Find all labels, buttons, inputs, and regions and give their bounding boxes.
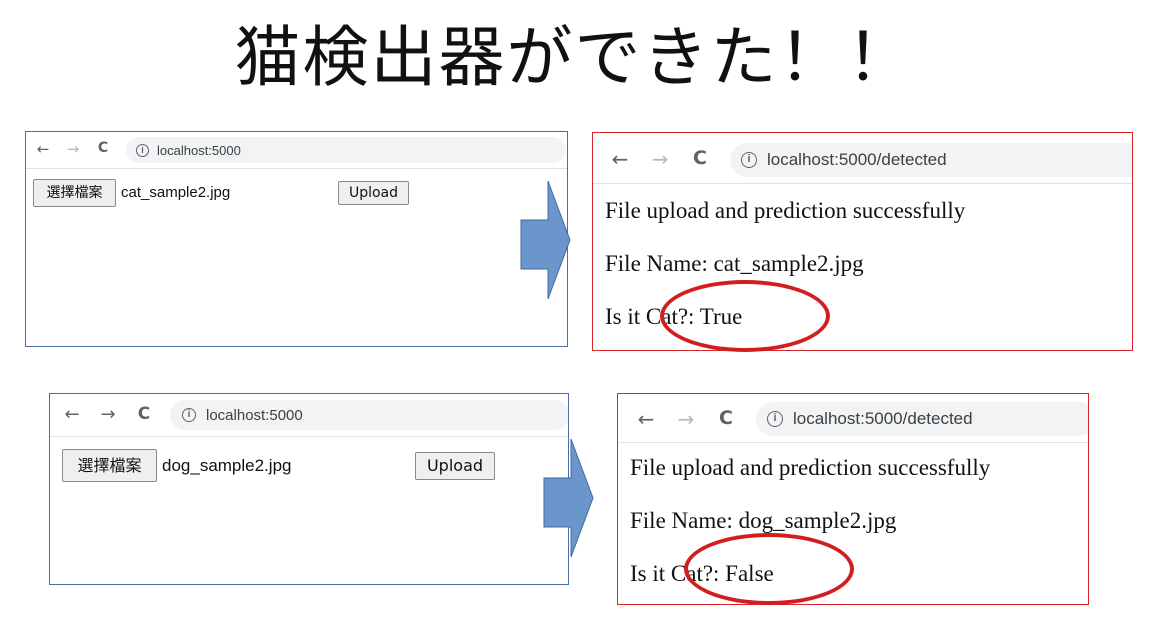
slide-title: 猫検出器ができた！！ bbox=[234, 19, 915, 96]
address-bar[interactable]: i localhost:5000 bbox=[126, 137, 566, 163]
info-icon: i bbox=[136, 143, 149, 157]
browser-toolbar: ← → C i localhost:5000/detected bbox=[618, 394, 1088, 443]
forward-icon[interactable]: → bbox=[64, 140, 82, 158]
back-icon[interactable]: ← bbox=[34, 140, 52, 158]
result-window-dog: ← → C i localhost:5000/detected File upl… bbox=[617, 393, 1089, 605]
reload-icon[interactable]: C bbox=[689, 147, 711, 169]
file-name-text: cat_sample2.jpg bbox=[121, 184, 231, 201]
choose-file-button[interactable]: 選擇檔案 bbox=[33, 179, 116, 207]
reload-icon[interactable]: C bbox=[134, 404, 154, 424]
url-text: localhost:5000/detected bbox=[793, 409, 973, 428]
result-is-cat: Is it Cat?: False bbox=[630, 561, 774, 586]
upload-button[interactable]: Upload bbox=[415, 452, 495, 480]
browser-toolbar: ← → C i localhost:5000/detected bbox=[593, 133, 1132, 184]
upload-button[interactable]: Upload bbox=[338, 181, 409, 205]
info-icon: i bbox=[182, 408, 196, 422]
forward-icon[interactable]: → bbox=[98, 404, 118, 425]
back-icon[interactable]: ← bbox=[635, 407, 657, 431]
address-bar[interactable]: i localhost:5000 bbox=[170, 400, 568, 430]
reload-icon[interactable]: C bbox=[94, 140, 112, 156]
forward-icon[interactable]: → bbox=[649, 147, 671, 171]
file-name-text: dog_sample2.jpg bbox=[162, 456, 292, 475]
info-icon: i bbox=[767, 411, 783, 427]
choose-file-button[interactable]: 選擇檔案 bbox=[62, 449, 157, 482]
arrow-right-icon bbox=[543, 438, 594, 558]
upload-window-cat: ← → C i localhost:5000 選擇檔案 cat_sample2.… bbox=[25, 131, 568, 347]
back-icon[interactable]: ← bbox=[62, 404, 82, 425]
result-message: File upload and prediction successfully bbox=[605, 198, 966, 223]
back-icon[interactable]: ← bbox=[609, 147, 631, 171]
result-is-cat: Is it Cat?: True bbox=[605, 304, 743, 329]
result-file-name: File Name: dog_sample2.jpg bbox=[630, 508, 897, 533]
address-bar[interactable]: i localhost:5000/detected bbox=[756, 402, 1088, 436]
info-icon: i bbox=[741, 152, 757, 168]
forward-icon[interactable]: → bbox=[675, 407, 697, 431]
arrow-right-icon bbox=[520, 180, 571, 300]
url-text: localhost:5000/detected bbox=[767, 150, 947, 169]
url-text: localhost:5000 bbox=[157, 142, 241, 158]
url-text: localhost:5000 bbox=[206, 406, 303, 424]
address-bar[interactable]: i localhost:5000/detected bbox=[730, 143, 1132, 177]
result-window-cat: ← → C i localhost:5000/detected File upl… bbox=[592, 132, 1133, 351]
result-message: File upload and prediction successfully bbox=[630, 455, 991, 480]
result-file-name: File Name: cat_sample2.jpg bbox=[605, 251, 864, 276]
reload-icon[interactable]: C bbox=[715, 407, 737, 429]
upload-window-dog: ← → C i localhost:5000 選擇檔案 dog_sample2.… bbox=[49, 393, 569, 585]
browser-toolbar: ← → C i localhost:5000 bbox=[50, 394, 568, 437]
browser-toolbar: ← → C i localhost:5000 bbox=[26, 132, 567, 169]
